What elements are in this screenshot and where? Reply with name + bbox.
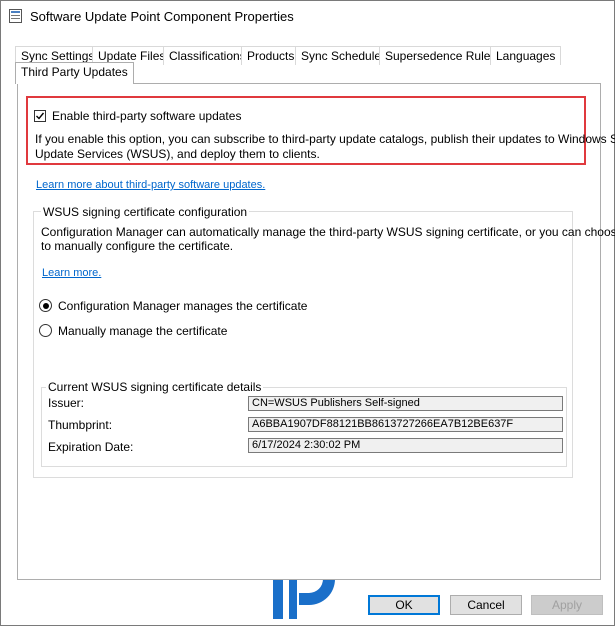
issuer-label: Issuer: [48, 396, 85, 410]
enable-third-party-checkbox[interactable] [34, 110, 46, 122]
learn-more-third-party-link[interactable]: Learn more about third-party software up… [36, 179, 265, 191]
thumbprint-label: Thumbprint: [48, 418, 113, 432]
cert-config-group-title: WSUS signing certificate configuration [41, 205, 250, 219]
radio-manual-manage-label[interactable]: Manually manage the certificate [58, 324, 227, 338]
thumbprint-field[interactable]: A6BBA1907DF88121BB8613727266EA7B12BE637F [248, 417, 563, 432]
tab-languages[interactable]: Languages [490, 46, 562, 65]
tab-third-party-updates[interactable]: Third Party Updates [15, 62, 134, 84]
cancel-button[interactable]: Cancel [450, 595, 522, 615]
apply-button[interactable]: Apply [531, 595, 603, 615]
window-title: Software Update Point Component Properti… [30, 9, 294, 24]
cert-config-description-line1: Configuration Manager can automatically … [41, 225, 615, 239]
radio-manual-manage[interactable] [39, 324, 52, 337]
issuer-field[interactable]: CN=WSUS Publishers Self-signed [248, 396, 563, 411]
learn-more-link[interactable]: Learn more. [42, 267, 101, 279]
radio-auto-manage[interactable] [39, 299, 52, 312]
expiration-date-label: Expiration Date: [48, 440, 134, 454]
expiration-date-field[interactable]: 6/17/2024 2:30:02 PM [248, 438, 563, 453]
tab-products[interactable]: Products [241, 46, 301, 65]
cert-details-group-title: Current WSUS signing certificate details [46, 380, 264, 394]
title-bar: Software Update Point Component Properti… [1, 1, 614, 33]
ok-button[interactable]: OK [368, 595, 440, 615]
third-party-description-line1: If you enable this option, you can subsc… [35, 132, 615, 146]
radio-auto-manage-label[interactable]: Configuration Manager manages the certif… [58, 299, 307, 313]
third-party-description-line2: Update Services (WSUS), and deploy them … [35, 147, 320, 161]
tab-classifications[interactable]: Classifications [163, 46, 252, 65]
tab-supersedence-rules[interactable]: Supersedence Rules [379, 46, 503, 65]
tab-sync-schedule[interactable]: Sync Schedule [295, 46, 388, 65]
check-icon [36, 112, 45, 120]
cert-config-description-line2: to manually configure the certificate. [41, 239, 234, 253]
enable-third-party-label[interactable]: Enable third-party software updates [52, 109, 241, 123]
app-icon [9, 9, 22, 23]
dialog-window: Software Update Point Component Properti… [0, 0, 615, 626]
